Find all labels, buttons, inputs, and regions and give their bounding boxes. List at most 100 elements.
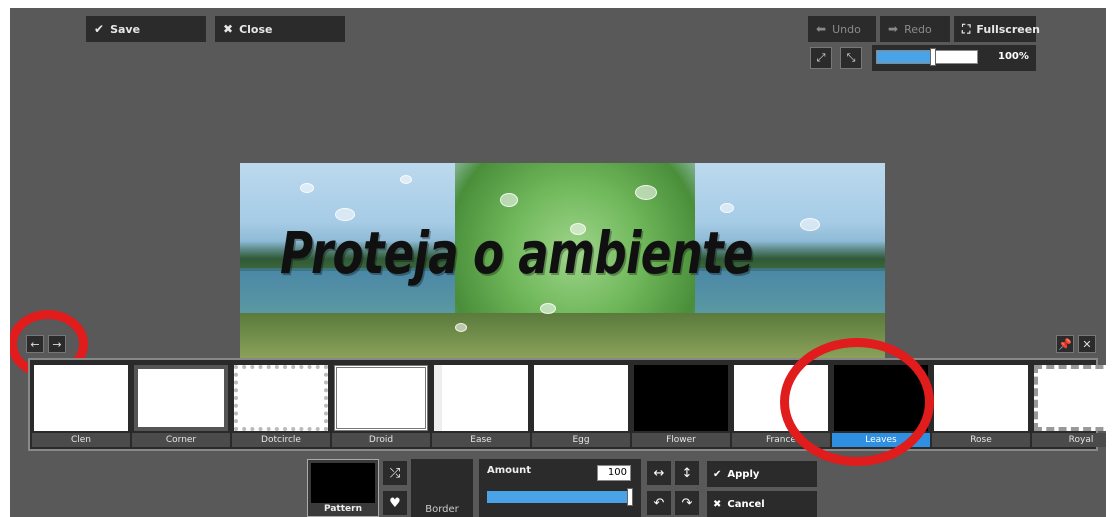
flip-horizontal-icon: ↔ xyxy=(653,465,665,481)
pin-icon: 📌 xyxy=(1058,337,1072,351)
redo-label: Redo xyxy=(904,22,932,36)
photo-drop xyxy=(540,303,556,314)
close-icon: ✕ xyxy=(1082,337,1092,351)
fullscreen-label: Fullscreen xyxy=(976,22,1040,36)
close-label: Close xyxy=(239,22,273,36)
border-thumb-preview xyxy=(434,365,528,431)
border-label: Border xyxy=(425,504,459,515)
photo-drop xyxy=(455,323,467,332)
rotate-left-icon: ↶ xyxy=(653,495,665,511)
save-button[interactable]: ✔ Save xyxy=(86,16,206,42)
cancel-button[interactable]: ✖ Cancel xyxy=(707,491,817,517)
heart-icon: ♥ xyxy=(389,495,401,511)
cancel-label: Cancel xyxy=(727,498,765,510)
border-thumb-label: Corner xyxy=(132,433,230,447)
save-label: Save xyxy=(110,22,141,36)
border-strip: Clen Corner Dotcircle Droid Ease Egg Flower Fra… xyxy=(28,358,1106,451)
pattern-label: Pattern xyxy=(324,504,362,514)
border-thumb-dotcircle[interactable]: Dotcircle xyxy=(232,363,330,447)
border-thumb-preview xyxy=(534,365,628,431)
border-thumb-label: Royal xyxy=(1032,433,1106,447)
border-thumb-label: Droid xyxy=(332,433,430,447)
strip-pin-close: 📌 ✕ xyxy=(1056,335,1096,353)
check-icon: ✔ xyxy=(94,22,105,36)
arrow-right-icon: ➡ xyxy=(888,22,899,36)
border-controls: Pattern ⤮ ♥ Border Amount 100 ↔ ↕ ↶ ↷ ✔ … xyxy=(307,459,827,517)
border-thumb-preview xyxy=(134,365,228,431)
border-thumb-corner[interactable]: Corner xyxy=(132,363,230,447)
zoom-control: 100% xyxy=(872,45,1036,71)
photo-grass xyxy=(240,313,885,359)
border-thumb-preview xyxy=(934,365,1028,431)
close-icon: ✖ xyxy=(713,498,722,510)
zoom-slider-handle[interactable] xyxy=(930,48,936,66)
expand-icon: ⤢ xyxy=(816,51,826,64)
border-thumb-egg[interactable]: Egg xyxy=(532,363,630,447)
undo-button[interactable]: ⬅ Undo xyxy=(808,16,876,42)
border-thumb-rose[interactable]: Rose xyxy=(932,363,1030,447)
amount-input[interactable]: 100 xyxy=(597,465,631,481)
zoom-slider[interactable] xyxy=(876,48,978,66)
photo-drop xyxy=(635,185,657,200)
amount-slider-fill xyxy=(487,491,633,503)
pattern-selector[interactable]: Pattern xyxy=(307,459,379,517)
border-thumb-label: Flower xyxy=(632,433,730,447)
photo-drop xyxy=(400,175,412,184)
photo-overlay-text: Proteja o ambiente xyxy=(280,219,754,287)
close-icon: ✖ xyxy=(223,22,234,36)
photo-drop xyxy=(500,193,518,207)
photo-drop xyxy=(720,203,734,213)
border-thumb-preview xyxy=(1034,365,1106,431)
zoom-level: 100% xyxy=(998,51,1029,62)
pattern-swatch xyxy=(311,463,375,503)
close-button[interactable]: ✖ Close xyxy=(215,16,345,42)
flip-horizontal-button[interactable]: ↔ xyxy=(647,461,671,485)
border-thumb-label: Rose xyxy=(932,433,1030,447)
zoom-fit-button[interactable]: ⤢ xyxy=(810,47,832,69)
border-thumb-label: Dotcircle xyxy=(232,433,330,447)
border-thumb-label: Ease xyxy=(432,433,530,447)
editor-workspace: ✔ Save ✖ Close ⬅ Undo ➡ Redo ⛶ Fullscree… xyxy=(10,8,1106,517)
border-thumb-clen[interactable]: Clen xyxy=(32,363,130,447)
amount-slider[interactable] xyxy=(487,488,633,506)
rotate-right-icon: ↷ xyxy=(681,495,693,511)
amount-slider-handle[interactable] xyxy=(627,488,633,506)
amount-label: Amount xyxy=(487,465,532,476)
rotate-right-button[interactable]: ↷ xyxy=(675,491,699,515)
shuffle-icon: ⤮ xyxy=(389,465,401,481)
border-color-selector[interactable]: Border xyxy=(411,459,473,517)
border-thumb-preview xyxy=(234,365,328,431)
redo-button[interactable]: ➡ Redo xyxy=(880,16,950,42)
apply-button[interactable]: ✔ Apply xyxy=(707,461,817,487)
rotate-left-button[interactable]: ↶ xyxy=(647,491,671,515)
border-thumb-label: Egg xyxy=(532,433,630,447)
amount-control: Amount 100 xyxy=(479,459,641,517)
close-strip-button[interactable]: ✕ xyxy=(1078,335,1096,353)
border-thumb-ease[interactable]: Ease xyxy=(432,363,530,447)
photo-canvas[interactable]: Proteja o ambiente xyxy=(240,163,885,359)
border-thumb-royal[interactable]: Royal xyxy=(1032,363,1106,447)
pin-button[interactable]: 📌 xyxy=(1056,335,1074,353)
border-thumb-flower[interactable]: Flower xyxy=(632,363,730,447)
arrow-left-icon: ⬅ xyxy=(816,22,827,36)
zoom-slider-fill xyxy=(877,51,933,63)
shuffle-button[interactable]: ⤮ xyxy=(383,461,407,485)
highlight-ring-leaves xyxy=(780,338,934,466)
flip-vertical-icon: ↕ xyxy=(681,465,693,481)
photo-drop xyxy=(300,183,314,193)
flip-vertical-button[interactable]: ↕ xyxy=(675,461,699,485)
undo-label: Undo xyxy=(832,22,861,36)
border-thumb-droid[interactable]: Droid xyxy=(332,363,430,447)
border-thumb-preview xyxy=(334,365,428,431)
border-thumb-label: Clen xyxy=(32,433,130,447)
fullscreen-button[interactable]: ⛶ Fullscreen xyxy=(954,16,1040,42)
fullscreen-icon: ⛶ xyxy=(962,21,971,36)
apply-label: Apply xyxy=(727,468,760,480)
border-thumb-preview xyxy=(34,365,128,431)
shrink-icon: ⤡ xyxy=(846,51,856,64)
border-thumb-preview xyxy=(634,365,728,431)
photo-drop xyxy=(800,218,820,231)
zoom-actual-button[interactable]: ⤡ xyxy=(840,47,862,69)
check-icon: ✔ xyxy=(713,468,722,480)
favorite-button[interactable]: ♥ xyxy=(383,491,407,515)
